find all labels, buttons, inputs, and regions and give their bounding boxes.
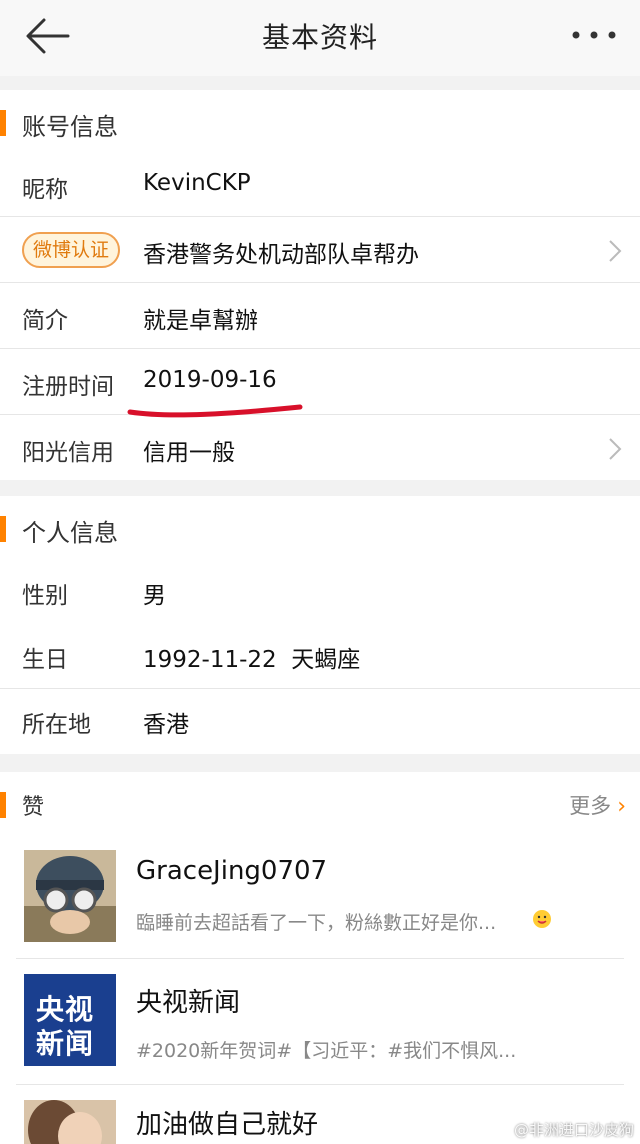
likes-title: 赞: [22, 795, 45, 820]
credit-value: 信用一般: [143, 440, 235, 466]
register-time-value: 2019-09-16: [143, 367, 277, 393]
page-title: 基本资料: [261, 21, 378, 54]
liked-user-name: GraceJing0707: [136, 856, 328, 886]
likes-card: 赞 更多 › GraceJing0707 臨睡前去超話看了一下，粉絲數正好是你..…: [0, 772, 640, 1144]
emoji-icon: [533, 910, 551, 928]
register-time-label: 注册时间: [22, 374, 114, 400]
liked-post-item[interactable]: 央视 新闻 央视新闻 #2020新年贺词#【习近平：#我们不惧风...: [0, 972, 640, 1072]
likes-more-label: 更多: [569, 794, 612, 818]
intro-label: 简介: [22, 308, 68, 334]
chevron-right-icon: [609, 438, 622, 460]
liked-user-name: 加油做自己就好: [136, 1110, 319, 1140]
gender-row: 性别 男: [0, 560, 640, 624]
liked-user-name: 央视新闻: [136, 988, 241, 1018]
location-value: 香港: [143, 712, 189, 738]
list-divider: [16, 1084, 624, 1085]
account-info-header: 账号信息: [0, 90, 640, 154]
intro-value: 就是卓幫辦: [143, 308, 258, 334]
birthday-value: 1992-11-22 天蝎座: [143, 647, 361, 673]
account-info-card: 账号信息 昵称 KevinCKP 微博认证 香港警务处机动部队卓帮办 简介 就是…: [0, 90, 640, 480]
likes-header: 赞 更多 ›: [0, 772, 640, 836]
register-time-row: 注册时间 2019-09-16: [0, 348, 640, 414]
logo-text-bottom: 新闻: [36, 1027, 95, 1060]
weibo-watermark: @非洲进口沙皮狗: [513, 1121, 634, 1139]
verification-row[interactable]: 微博认证 香港警务处机动部队卓帮办: [0, 216, 640, 282]
likes-more-link[interactable]: 更多 ›: [569, 790, 626, 820]
birthday-row: 生日 1992-11-22 天蝎座: [0, 624, 640, 688]
chevron-right-icon: [609, 240, 622, 262]
top-navbar: 基本资料: [0, 0, 640, 76]
credit-label: 阳光信用: [22, 440, 114, 466]
avatar[interactable]: [24, 850, 116, 942]
gender-value: 男: [143, 583, 166, 609]
avatar[interactable]: [24, 1100, 116, 1144]
nickname-row: 昵称 KevinCKP: [0, 154, 640, 216]
gender-label: 性别: [22, 583, 68, 609]
liked-post-text: 臨睡前去超話看了一下，粉絲數正好是你...: [136, 912, 497, 934]
personal-info-title: 个人信息: [22, 519, 118, 547]
personal-info-card: 个人信息 性别 男 生日 1992-11-22 天蝎座 所在地 香港: [0, 496, 640, 754]
liked-post-text: #2020新年贺词#【习近平：#我们不惧风...: [136, 1040, 517, 1062]
nickname-label: 昵称: [22, 177, 68, 203]
intro-row: 简介 就是卓幫辦: [0, 282, 640, 348]
liked-post-item[interactable]: GraceJing0707 臨睡前去超話看了一下，粉絲數正好是你...: [0, 846, 640, 956]
location-label: 所在地: [22, 712, 91, 738]
location-row: 所在地 香港: [0, 688, 640, 754]
credit-row[interactable]: 阳光信用 信用一般: [0, 414, 640, 480]
list-divider: [16, 958, 624, 959]
section-accent-bar: [0, 110, 6, 136]
cctv-news-logo[interactable]: 央视 新闻: [24, 974, 116, 1066]
account-info-title: 账号信息: [22, 113, 118, 141]
weibo-verified-badge: 微博认证: [22, 232, 121, 268]
birthday-label: 生日: [22, 647, 68, 673]
chevron-right-icon: ›: [617, 794, 626, 819]
nickname-value: KevinCKP: [143, 170, 251, 196]
more-options-icon[interactable]: [570, 20, 618, 50]
personal-info-header: 个人信息: [0, 496, 640, 560]
section-accent-bar: [0, 792, 6, 818]
avatar-image: [24, 1100, 116, 1144]
verification-text: 香港警务处机动部队卓帮办: [143, 242, 419, 268]
avatar-image: [24, 850, 116, 942]
section-accent-bar: [0, 516, 6, 542]
